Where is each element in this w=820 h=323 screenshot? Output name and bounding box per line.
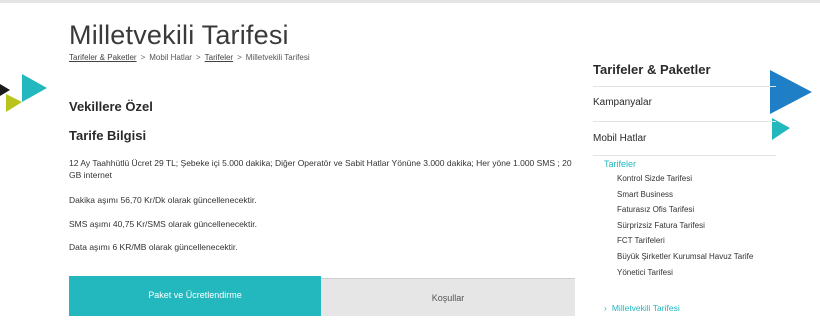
minute-overage-text: Dakika aşımı 56,70 Kr/Dk olarak güncelle… — [69, 195, 257, 205]
breadcrumb-mobil-hatlar[interactable]: Mobil Hatlar — [149, 53, 192, 62]
breadcrumb-tarifeler[interactable]: Tarifeler — [205, 53, 233, 62]
sidebar-item-faturasiz-ofis[interactable]: Faturasız Ofis Tarifesi — [617, 205, 777, 215]
sidebar-item-tarifeler[interactable]: Tarifeler — [604, 159, 636, 169]
tariff-description: 12 Ay Taahhütlü Ücret 29 TL; Şebeke içi … — [69, 158, 572, 180]
sidebar-title: Tarifeler & Paketler — [593, 62, 711, 77]
tab-conditions[interactable]: Koşullar — [321, 278, 575, 316]
tab-package-pricing[interactable]: Paket ve Ücretlendirme — [69, 276, 321, 316]
sms-overage-text: SMS aşımı 40,75 Kr/SMS olarak güncellene… — [69, 219, 258, 229]
data-overage-text: Data aşımı 6 KR/MB olarak güncellenecekt… — [69, 242, 238, 252]
sidebar-item-kontrol-sizde[interactable]: Kontrol Sizde Tarifesi — [617, 174, 777, 184]
chevron-right-icon: › — [604, 303, 607, 313]
tab-package-pricing-label: Paket ve Ücretlendirme — [148, 290, 242, 300]
sidebar-item-fct[interactable]: FCT Tarifeleri — [617, 236, 777, 246]
sidebar-item-kampanyalar[interactable]: Kampanyalar — [593, 97, 652, 108]
breadcrumb-current: Milletvekili Tarifesi — [245, 53, 310, 62]
sidebar-divider — [593, 86, 776, 87]
sidebar-tariff-list: Kontrol Sizde Tarifesi Smart Business Fa… — [617, 174, 777, 283]
brand-triangles-right-icon — [770, 70, 812, 140]
sidebar-divider — [593, 155, 776, 156]
breadcrumb: Tarifeler & Paketler > Mobil Hatlar > Tarife… — [69, 53, 310, 62]
sidebar-item-milletvekili[interactable]: › Milletvekili Tarifesi — [604, 303, 680, 313]
sidebar-item-buyuk-sirketler[interactable]: Büyük Şirketler Kurumsal Havuz Tarife — [617, 252, 777, 262]
sidebar-item-yonetici[interactable]: Yönetici Tarifesi — [617, 268, 777, 278]
page-title: Milletvekili Tarifesi — [69, 20, 289, 50]
sidebar-item-smart-business[interactable]: Smart Business — [617, 190, 777, 200]
breadcrumb-tarifeler-paketler[interactable]: Tarifeler & Paketler — [69, 53, 137, 62]
sidebar-item-mobil-hatlar[interactable]: Mobil Hatlar — [593, 133, 646, 144]
top-rule — [0, 0, 820, 3]
brand-triangles-left-icon — [0, 74, 47, 112]
sidebar-divider — [593, 121, 776, 122]
sidebar-item-milletvekili-label: Milletvekili Tarifesi — [611, 303, 680, 313]
sidebar-item-surprizsiz-fatura[interactable]: Sürprizsiz Fatura Tarifesi — [617, 221, 777, 231]
tariff-info-heading: Tarife Bilgisi — [69, 128, 147, 143]
tab-conditions-label: Koşullar — [431, 292, 465, 303]
section-heading: Vekillere Özel — [69, 99, 153, 114]
